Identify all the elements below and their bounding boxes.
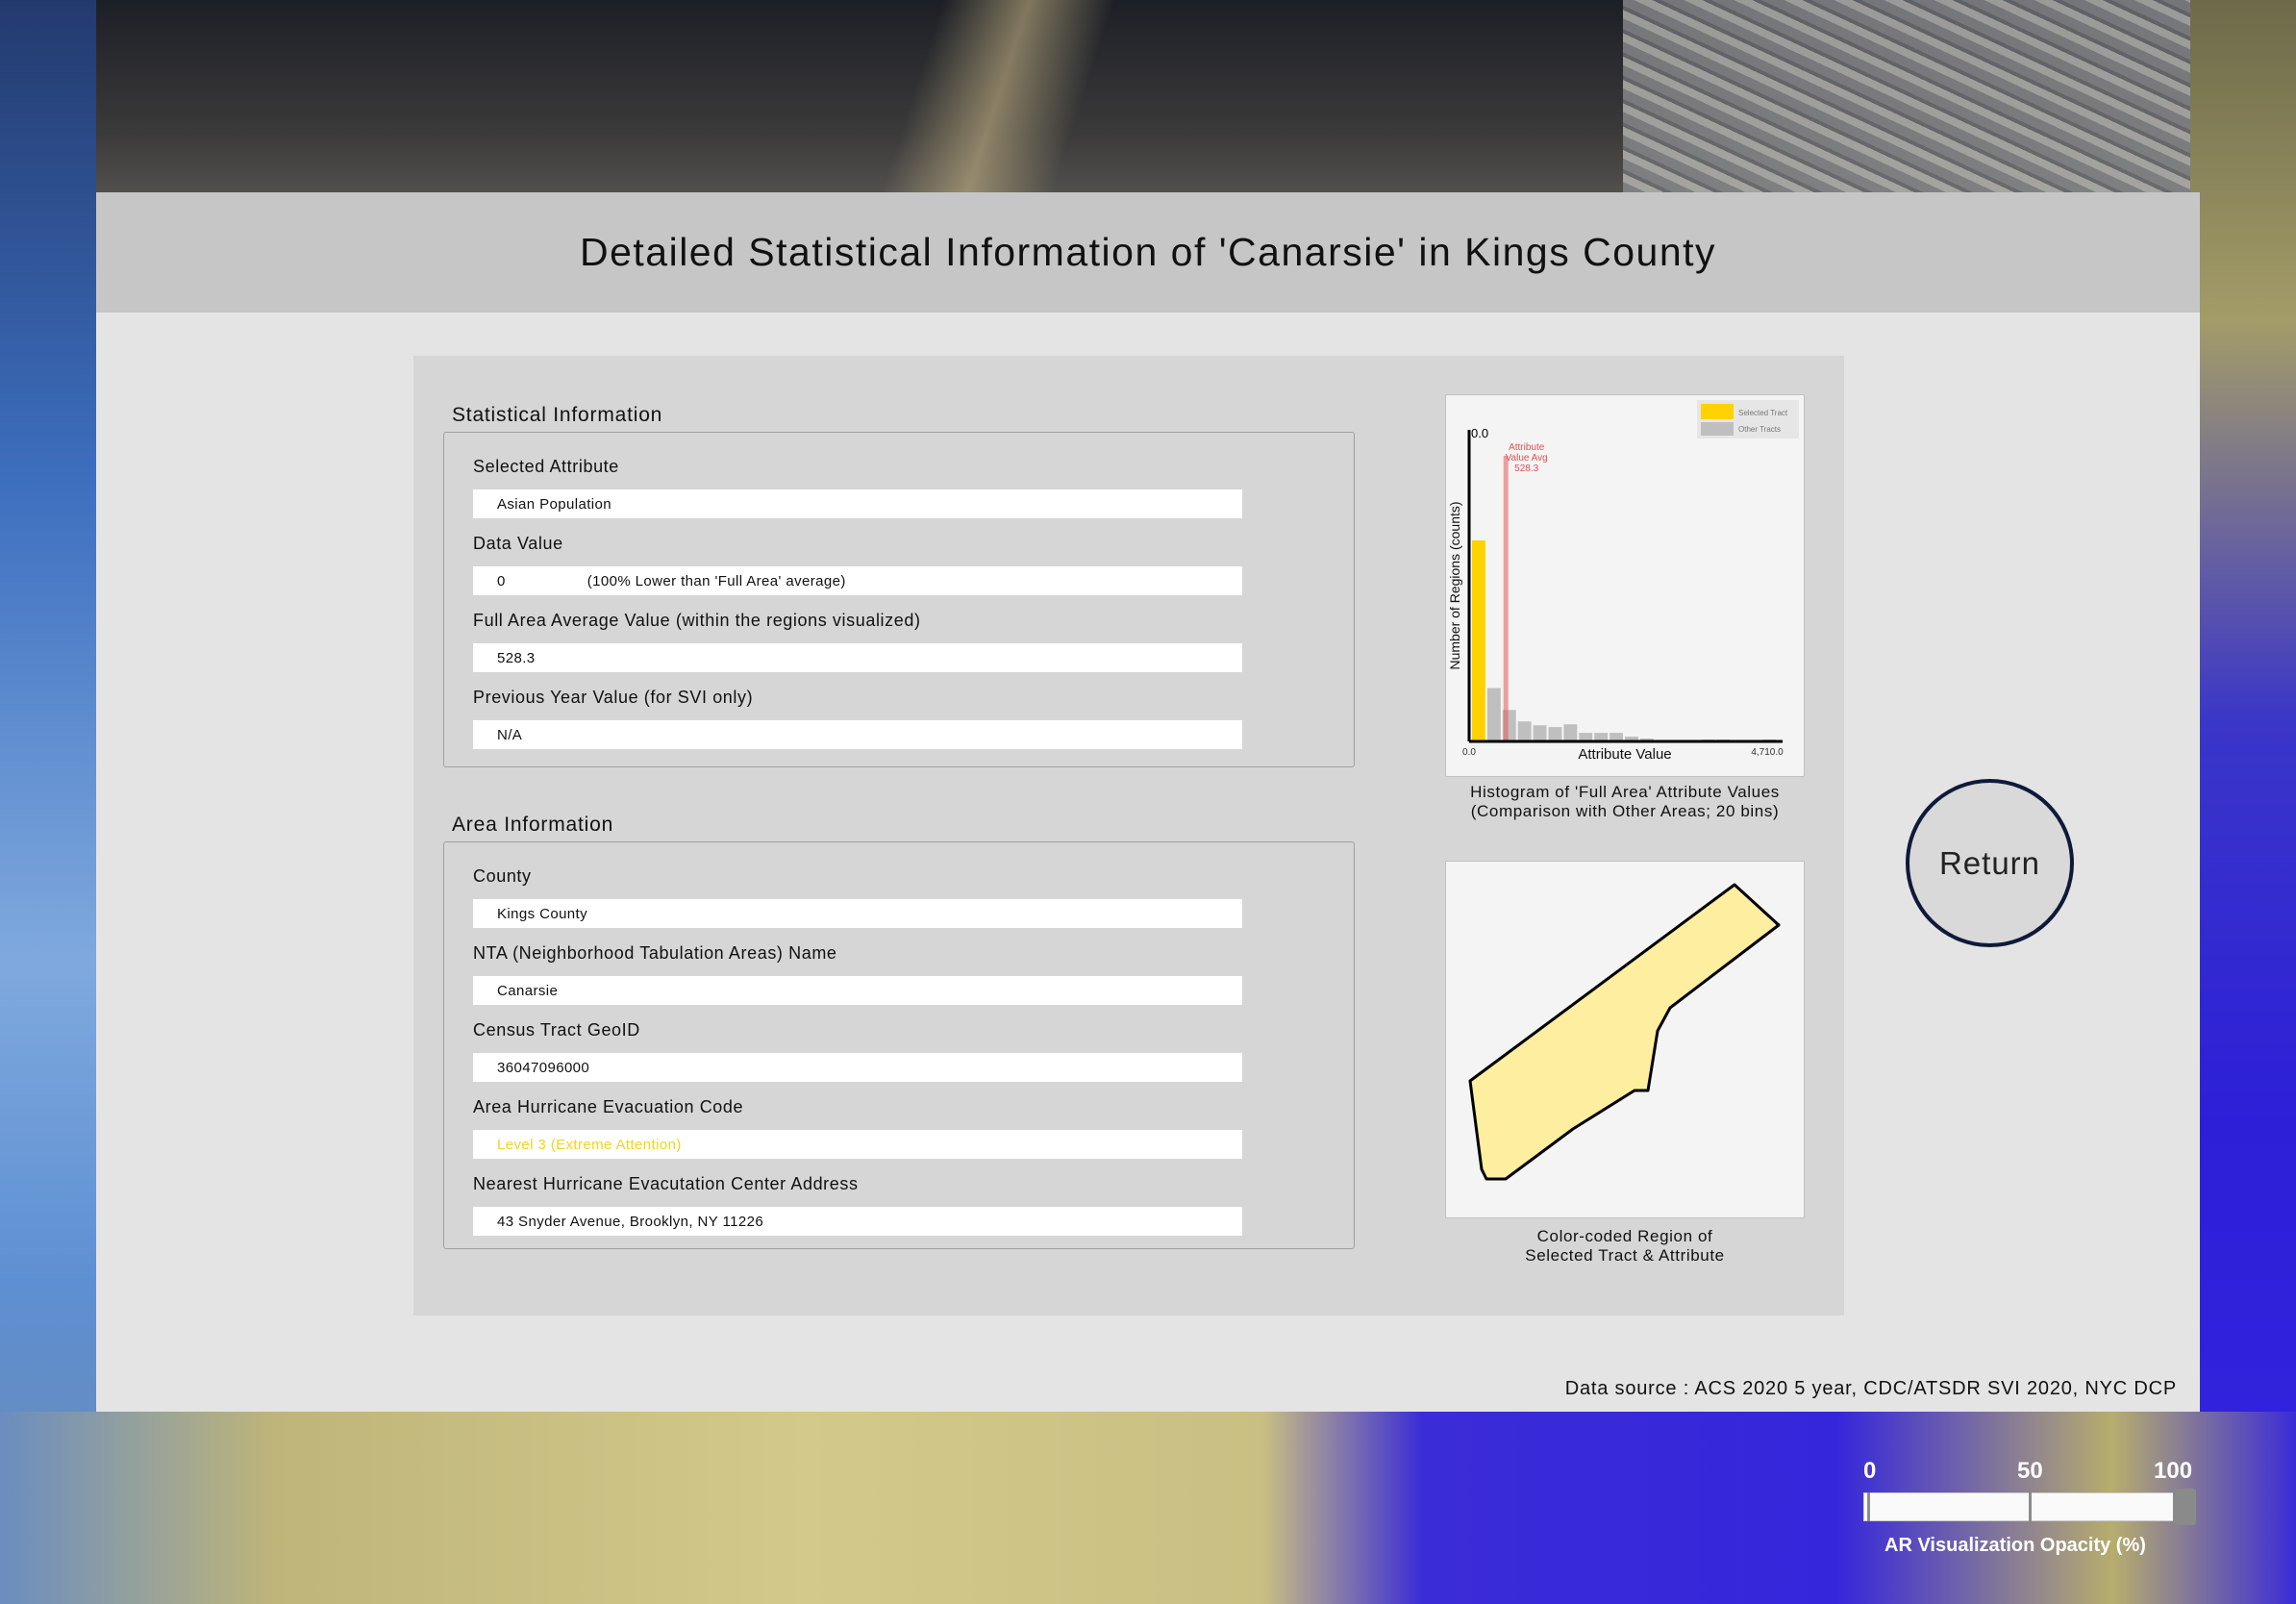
histogram-bar	[1486, 688, 1501, 740]
histogram-bar	[1610, 733, 1623, 740]
evac-code-field: Level 3 (Extreme Attention)	[473, 1130, 1242, 1159]
area-heading: Area Information	[452, 814, 614, 836]
region-caption-line-1: Color-coded Region of	[1536, 1227, 1713, 1245]
histogram-chart: 0.0 0.0 4,710.0 Attribute Value Number o…	[1447, 400, 1799, 763]
histogram-caption-line-1: Histogram of 'Full Area' Attribute Value…	[1470, 783, 1780, 801]
selected-bar-label: 0.0	[1471, 426, 1488, 440]
histogram-bar	[1548, 727, 1562, 740]
slider-mark-50	[2029, 1492, 2032, 1521]
page-title: Detailed Statistical Information of 'Can…	[579, 230, 1717, 274]
content-area: Statistical Information Selected Attribu…	[413, 356, 1844, 1316]
legend-swatch-other	[1701, 422, 1734, 436]
region-map	[1468, 883, 1781, 1181]
histogram-bar	[1594, 733, 1609, 740]
nta-label: NTA (Neighborhood Tabulation Areas) Name	[473, 943, 837, 963]
histogram-bar-selected	[1472, 540, 1485, 740]
avg-label-line-2: Value Avg	[1506, 453, 1548, 464]
slider-title: AR Visualization Opacity (%)	[1884, 1535, 2146, 1556]
prev-year-field: N/A	[473, 720, 1242, 749]
avg-label-line-3: 528.3	[1514, 464, 1538, 474]
data-value-note: (100% Lower than 'Full Area' average)	[586, 572, 846, 589]
y-axis-label: Number of Regions (counts)	[1447, 501, 1462, 669]
x-max-tick: 4,710.0	[1751, 747, 1784, 758]
slider-tick-100: 100	[2154, 1458, 2193, 1484]
selected-attribute-value: Asian Population	[497, 495, 611, 513]
x-axis-label: Attribute Value	[1578, 746, 1671, 763]
evac-center-field: 43 Snyder Avenue, Brooklyn, NY 11226	[473, 1207, 1242, 1236]
slider-thumb[interactable]	[2173, 1489, 2196, 1525]
slider-mark-0	[1867, 1492, 1870, 1521]
avg-line	[1503, 456, 1509, 740]
geoid-label: Census Tract GeoID	[473, 1020, 640, 1040]
selected-tract-polygon	[1468, 883, 1781, 1181]
geoid-value: 36047096000	[497, 1059, 590, 1076]
left-window-region	[0, 0, 96, 1604]
selected-attribute-label: Selected Attribute	[473, 457, 619, 476]
chart-legend: Selected Tract Other Tracts	[1697, 400, 1799, 439]
full-avg-label: Full Area Average Value (within the regi…	[473, 611, 921, 630]
prev-year-value: N/A	[497, 726, 523, 743]
return-button[interactable]: Return	[1906, 779, 2074, 947]
panel-header: Detailed Statistical Information of 'Can…	[96, 192, 2200, 313]
opacity-slider: 0 50 100 AR Visualization Opacity (%)	[1856, 1452, 2211, 1567]
legend-label-other: Other Tracts	[1738, 425, 1781, 434]
region-caption: Color-coded Region of Selected Tract & A…	[1433, 1227, 1817, 1266]
data-value: 0	[497, 572, 506, 589]
legend-label-selected: Selected Tract	[1738, 409, 1788, 417]
data-value-label: Data Value	[473, 534, 563, 553]
evac-code-label: Area Hurricane Evacuation Code	[473, 1097, 744, 1116]
selected-attribute-field: Asian Population	[473, 489, 1242, 518]
evac-center-value: 43 Snyder Avenue, Brooklyn, NY 11226	[497, 1213, 764, 1230]
county-value: Kings County	[497, 905, 588, 922]
x-min-tick: 0.0	[1462, 747, 1476, 758]
nta-value: Canarsie	[497, 982, 559, 999]
histogram-bar	[1579, 733, 1593, 740]
avg-line-label: Attribute Value Avg 528.3	[1506, 442, 1548, 474]
legend-swatch-selected	[1701, 404, 1734, 419]
right-map-region	[2190, 0, 2296, 1604]
prev-year-label: Previous Year Value (for SVI only)	[473, 688, 754, 707]
detail-panel: Detailed Statistical Information of 'Can…	[96, 192, 2200, 1412]
county-label: County	[473, 866, 532, 886]
histogram-caption-line-2: (Comparison with Other Areas; 20 bins)	[1470, 802, 1780, 820]
statistical-group: Selected Attribute Asian Population Data…	[443, 432, 1355, 767]
histogram-bar	[1625, 737, 1638, 740]
slider-tick-50: 50	[2017, 1458, 2043, 1484]
histogram-bar	[1563, 724, 1578, 740]
evac-code-value: Level 3 (Extreme Attention)	[497, 1136, 682, 1153]
avg-label-line-1: Attribute	[1509, 442, 1545, 453]
histogram-bar	[1517, 721, 1532, 740]
region-caption-line-2: Selected Tract & Attribute	[1525, 1246, 1725, 1265]
statistical-heading: Statistical Information	[452, 404, 663, 426]
full-avg-value: 528.3	[497, 649, 536, 666]
slider-track[interactable]	[1863, 1492, 2181, 1521]
slider-tick-0: 0	[1863, 1458, 1877, 1484]
county-field: Kings County	[473, 899, 1242, 928]
data-source-text: Data source : ACS 2020 5 year, CDC/ATSDR…	[1564, 1378, 2177, 1399]
geoid-field: 36047096000	[473, 1053, 1242, 1082]
histogram-bar	[1533, 725, 1547, 740]
full-avg-field: 528.3	[473, 643, 1242, 672]
region-card	[1445, 861, 1805, 1218]
data-value-field: 0 (100% Lower than 'Full Area' average)	[473, 566, 1242, 595]
area-group: County Kings County NTA (Neighborhood Ta…	[443, 841, 1355, 1249]
histogram-card: 0.0 0.0 4,710.0 Attribute Value Number o…	[1445, 394, 1805, 777]
evac-center-label: Nearest Hurricane Evacutation Center Add…	[473, 1174, 859, 1193]
histogram-caption: Histogram of 'Full Area' Attribute Value…	[1433, 783, 1817, 821]
nta-field: Canarsie	[473, 976, 1242, 1005]
